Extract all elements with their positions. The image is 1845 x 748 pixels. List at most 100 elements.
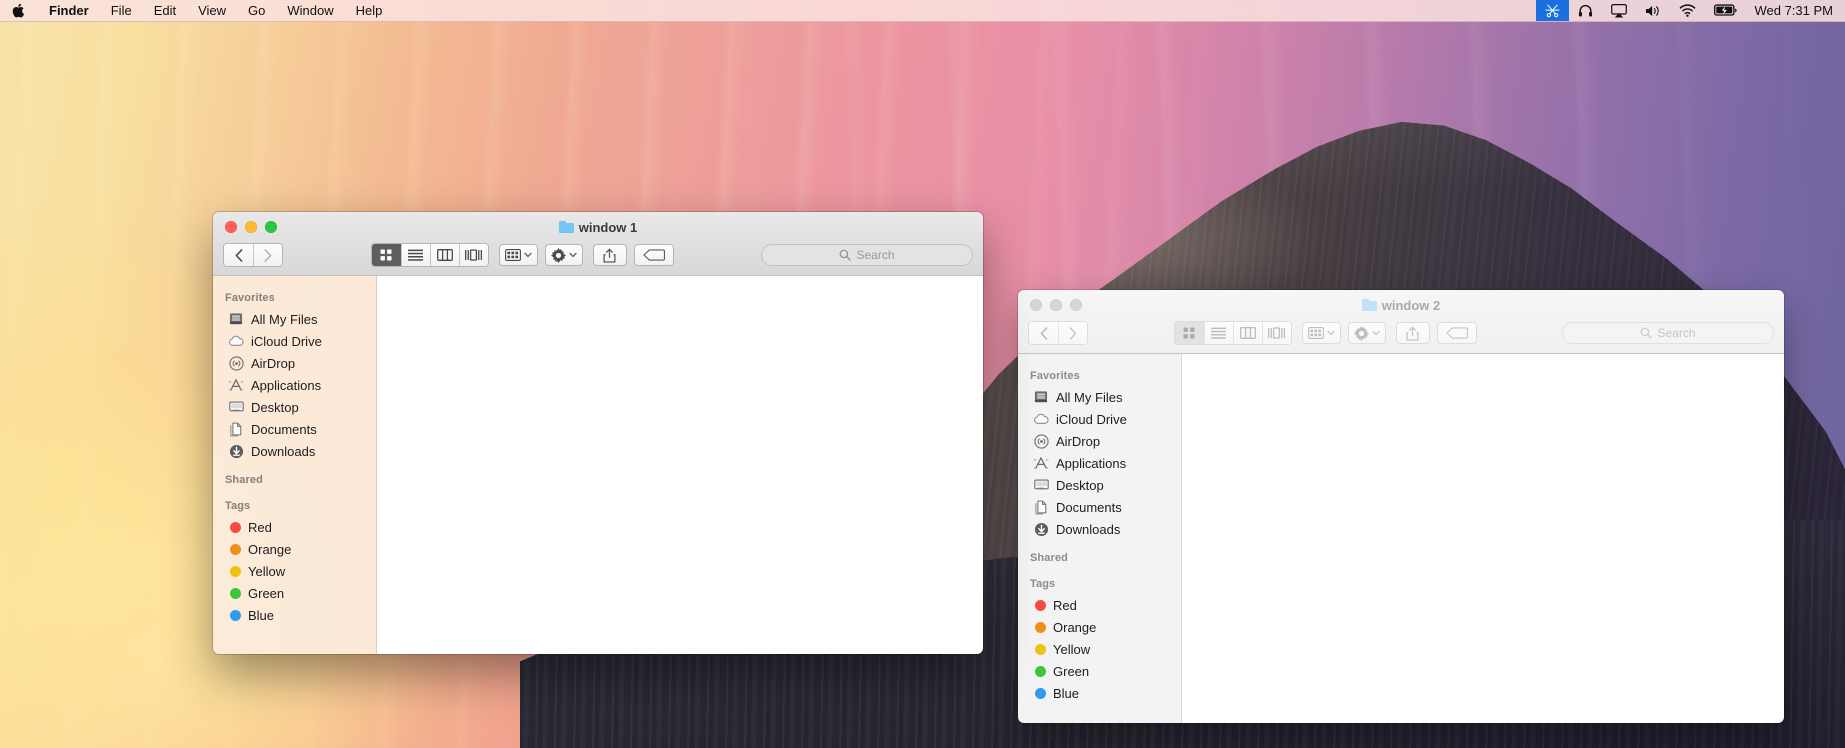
edit-tags-button[interactable]	[633, 244, 674, 266]
traffic-lights	[1030, 299, 1082, 311]
navigation-segment	[223, 243, 283, 267]
folder-icon	[558, 221, 574, 233]
sidebar-item-airdrop[interactable]: AirDrop	[1018, 430, 1181, 452]
toolbar: Search	[1018, 316, 1784, 350]
menu-edit[interactable]: Edit	[143, 0, 187, 21]
menu-bar-items: Finder File Edit View Go Window Help	[0, 0, 393, 21]
sidebar-label: Orange	[248, 541, 292, 557]
menu-bar-status-area: Wed 7:31 PM	[1536, 0, 1845, 21]
sidebar-item-icloud-drive[interactable]: iCloud Drive	[1018, 408, 1181, 430]
tag-dot-red-icon	[1035, 599, 1046, 611]
view-list-button[interactable]	[400, 244, 430, 266]
documents-icon	[1033, 499, 1049, 515]
view-icon-button[interactable]	[371, 244, 401, 266]
forward-button[interactable]	[253, 244, 282, 266]
apple-menu-icon[interactable]	[0, 0, 38, 21]
menu-bar-clock[interactable]: Wed 7:31 PM	[1747, 0, 1845, 21]
sidebar-label: AirDrop	[251, 355, 296, 371]
finder-window-1[interactable]: window 1 Search Favorites All My Files i…	[213, 212, 983, 654]
toolbar: Search	[213, 238, 983, 272]
desktop[interactable]: Finder File Edit View Go Window Help Wed…	[0, 0, 1845, 748]
menu-finder[interactable]: Finder	[38, 0, 100, 21]
sidebar-heading-shared: Shared	[1030, 552, 1068, 564]
back-button[interactable]	[1029, 322, 1058, 344]
menu-file[interactable]: File	[100, 0, 143, 21]
sidebar-item-applications[interactable]: Applications	[1018, 452, 1181, 474]
view-column-button[interactable]	[429, 244, 459, 266]
share-button[interactable]	[1395, 322, 1430, 344]
zoom-button[interactable]	[1070, 299, 1082, 311]
view-column-button[interactable]	[1232, 322, 1262, 344]
sidebar-item-documents[interactable]: Documents	[1018, 496, 1181, 518]
sidebar-heading-tags: Tags	[1030, 578, 1056, 590]
view-coverflow-button[interactable]	[458, 244, 488, 266]
sidebar-label: iCloud Drive	[251, 333, 322, 349]
sidebar-tag-orange[interactable]: Orange	[1018, 616, 1181, 638]
sidebar-tag-orange[interactable]: Orange	[213, 538, 376, 560]
arrange-button[interactable]	[1301, 322, 1341, 344]
sidebar-item-all-my-files[interactable]: All My Files	[213, 308, 376, 330]
close-button[interactable]	[1030, 299, 1042, 311]
arrange-button[interactable]	[498, 244, 538, 266]
sidebar-item-desktop[interactable]: Desktop	[213, 396, 376, 418]
battery-charging-icon[interactable]	[1705, 0, 1747, 21]
minimize-button[interactable]	[1050, 299, 1062, 311]
menu-view[interactable]: View	[187, 0, 237, 21]
search-icon	[840, 249, 852, 261]
sidebar-item-airdrop[interactable]: AirDrop	[213, 352, 376, 374]
window-chrome: window 1 Search	[213, 212, 983, 276]
sidebar-item-desktop[interactable]: Desktop	[1018, 474, 1181, 496]
sidebar-tag-green[interactable]: Green	[1018, 660, 1181, 682]
sidebar-label: Blue	[1053, 685, 1080, 701]
window-body: Favorites All My Files iCloud Drive AirD…	[1018, 354, 1784, 723]
sidebar-tag-blue[interactable]: Blue	[213, 604, 376, 626]
search-input[interactable]: Search	[761, 244, 973, 266]
sidebar-item-icloud-drive[interactable]: iCloud Drive	[213, 330, 376, 352]
menu-help[interactable]: Help	[345, 0, 394, 21]
zoom-button[interactable]	[265, 221, 277, 233]
back-button[interactable]	[224, 244, 253, 266]
window-title-text: window 2	[1381, 297, 1441, 313]
forward-button[interactable]	[1058, 322, 1087, 344]
sidebar-item-applications[interactable]: Applications	[213, 374, 376, 396]
sidebar-item-documents[interactable]: Documents	[213, 418, 376, 440]
sidebar[interactable]: Favorites All My Files iCloud Drive AirD…	[1018, 354, 1182, 723]
airplay-icon[interactable]	[1602, 0, 1636, 21]
menu-go[interactable]: Go	[237, 0, 276, 21]
sidebar-heading-tags: Tags	[225, 500, 251, 512]
headphones-icon[interactable]	[1569, 0, 1602, 21]
finder-window-2[interactable]: window 2 Search Favorites All My Files i…	[1018, 290, 1784, 723]
action-button[interactable]	[544, 244, 583, 266]
view-list-button[interactable]	[1203, 322, 1233, 344]
sidebar-tag-yellow[interactable]: Yellow	[213, 560, 376, 582]
close-button[interactable]	[225, 221, 237, 233]
screenshot-scissors-icon[interactable]	[1536, 0, 1570, 21]
action-button[interactable]	[1347, 322, 1386, 344]
sidebar-item-downloads[interactable]: Downloads	[1018, 518, 1181, 540]
sidebar-item-all-my-files[interactable]: All My Files	[1018, 386, 1181, 408]
sidebar-tag-red[interactable]: Red	[213, 516, 376, 538]
minimize-button[interactable]	[245, 221, 257, 233]
file-list-area[interactable]	[377, 276, 983, 654]
search-input[interactable]: Search	[1562, 322, 1774, 344]
sidebar-label: Red	[248, 519, 272, 535]
icloud-drive-icon	[1033, 411, 1049, 427]
sidebar-tag-yellow[interactable]: Yellow	[1018, 638, 1181, 660]
gear-icon	[550, 247, 566, 263]
menu-window[interactable]: Window	[276, 0, 344, 21]
sidebar-label: Yellow	[248, 563, 286, 579]
sidebar-tag-green[interactable]: Green	[213, 582, 376, 604]
volume-icon[interactable]	[1636, 0, 1670, 21]
sidebar-label: Orange	[1053, 619, 1097, 635]
view-icon-button[interactable]	[1174, 322, 1204, 344]
share-button[interactable]	[592, 244, 627, 266]
sidebar-item-downloads[interactable]: Downloads	[213, 440, 376, 462]
sidebar-tag-red[interactable]: Red	[1018, 594, 1181, 616]
view-coverflow-button[interactable]	[1261, 322, 1291, 344]
file-list-area[interactable]	[1182, 354, 1784, 723]
edit-tags-button[interactable]	[1436, 322, 1477, 344]
sidebar-tag-blue[interactable]: Blue	[1018, 682, 1181, 704]
sidebar[interactable]: Favorites All My Files iCloud Drive AirD…	[213, 276, 377, 654]
chevron-down-icon	[523, 252, 532, 258]
wifi-icon[interactable]	[1670, 0, 1705, 21]
